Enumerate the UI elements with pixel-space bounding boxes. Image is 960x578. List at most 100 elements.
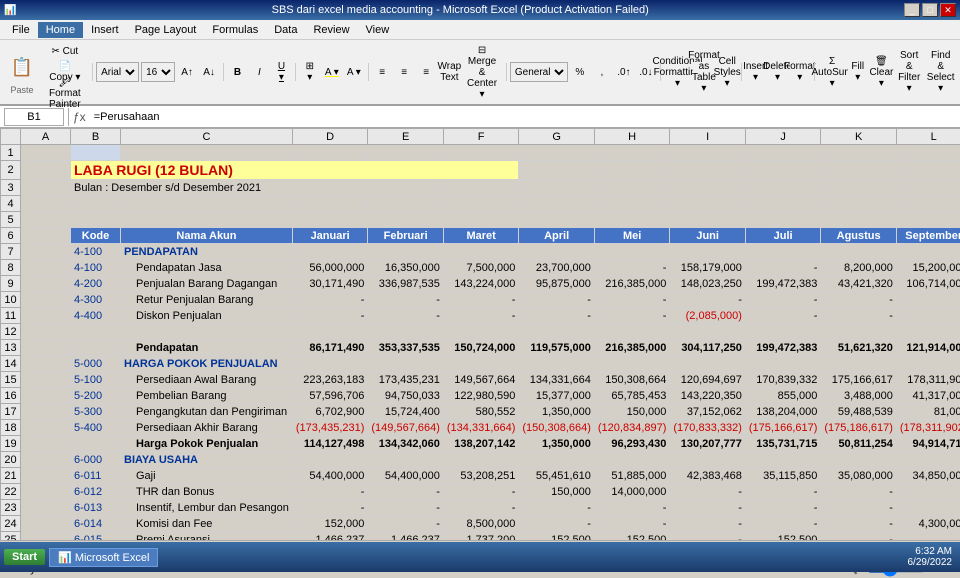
- cell-e24[interactable]: -: [368, 516, 444, 532]
- cell-b14[interactable]: 5-000: [71, 356, 121, 372]
- find-select-button[interactable]: Find & Select ▾: [925, 62, 956, 82]
- cell-a17[interactable]: [21, 404, 71, 420]
- cell-g11[interactable]: -: [519, 308, 595, 324]
- cell-i17[interactable]: 37,152,062: [670, 404, 746, 420]
- cell-i22[interactable]: -: [670, 484, 746, 500]
- cell-e15[interactable]: 173,435,231: [368, 372, 444, 388]
- cell-e6[interactable]: Februari: [368, 228, 444, 244]
- cell-a16[interactable]: [21, 388, 71, 404]
- cell-j11[interactable]: -: [745, 308, 821, 324]
- cell-g18[interactable]: (150,308,664): [519, 420, 595, 436]
- number-format-selector[interactable]: General: [510, 62, 568, 82]
- cell-l23[interactable]: -: [896, 500, 960, 516]
- cell-l3[interactable]: [896, 180, 960, 196]
- cell-i25[interactable]: -: [670, 532, 746, 541]
- formula-input[interactable]: =Perusahaan: [90, 111, 956, 123]
- cell-d4[interactable]: [292, 196, 368, 212]
- cell-c15[interactable]: Persediaan Awal Barang: [121, 372, 293, 388]
- menu-file[interactable]: File: [4, 22, 38, 38]
- cell-f6[interactable]: Maret: [443, 228, 519, 244]
- menu-formulas[interactable]: Formulas: [204, 22, 266, 38]
- cell-g16[interactable]: 15,377,000: [519, 388, 595, 404]
- cell-j21[interactable]: 35,115,850: [745, 468, 821, 484]
- start-button[interactable]: Start: [4, 549, 45, 565]
- cell-c25[interactable]: Premi Asuransi: [121, 532, 293, 541]
- cell-a4[interactable]: [21, 196, 71, 212]
- cell-f15[interactable]: 149,567,664: [443, 372, 519, 388]
- cell-a19[interactable]: [21, 436, 71, 452]
- cell-j25[interactable]: 152,500: [745, 532, 821, 541]
- cell-b8[interactable]: 4-100: [71, 260, 121, 276]
- cell-k9[interactable]: 43,421,320: [821, 276, 897, 292]
- cell-c14[interactable]: HARGA POKOK PENJUALAN: [121, 356, 293, 372]
- cell-c16[interactable]: Pembelian Barang: [121, 388, 293, 404]
- cell-l10[interactable]: -: [896, 292, 960, 308]
- cell-f1[interactable]: [443, 145, 519, 161]
- menu-insert[interactable]: Insert: [83, 22, 127, 38]
- cell-h22[interactable]: 14,000,000: [594, 484, 670, 500]
- cell-h24[interactable]: -: [594, 516, 670, 532]
- cell-i24[interactable]: -: [670, 516, 746, 532]
- percent-button[interactable]: %: [570, 62, 590, 82]
- cell-b13[interactable]: [71, 340, 121, 356]
- italic-button[interactable]: I: [249, 62, 269, 82]
- cell-i16[interactable]: 143,220,350: [670, 388, 746, 404]
- cell-c19[interactable]: Harga Pokok Penjualan: [121, 436, 293, 452]
- cell-h21[interactable]: 51,885,000: [594, 468, 670, 484]
- cell-i9[interactable]: 148,023,250: [670, 276, 746, 292]
- cell-b2[interactable]: LABA RUGI (12 BULAN): [71, 161, 519, 180]
- cell-l13[interactable]: 121,914,000: [896, 340, 960, 356]
- cell-b1[interactable]: [71, 145, 121, 161]
- merge-center-button[interactable]: ⊟ Merge & Center ▾: [463, 62, 502, 82]
- cell-l24[interactable]: 4,300,000: [896, 516, 960, 532]
- col-header-f[interactable]: F: [443, 129, 519, 145]
- cell-a20[interactable]: [21, 452, 71, 468]
- cell-b3[interactable]: Bulan : Desember s/d Desember 2021: [71, 180, 444, 196]
- cell-d25[interactable]: 1,466,237: [292, 532, 368, 541]
- cell-a14[interactable]: [21, 356, 71, 372]
- cell-f16[interactable]: 122,980,590: [443, 388, 519, 404]
- cell-i8[interactable]: 158,179,000: [670, 260, 746, 276]
- cell-l8[interactable]: 15,200,000: [896, 260, 960, 276]
- col-header-j[interactable]: J: [745, 129, 821, 145]
- cell-i19[interactable]: 130,207,777: [670, 436, 746, 452]
- cell-g6[interactable]: April: [519, 228, 595, 244]
- cell-l19[interactable]: 94,914,715: [896, 436, 960, 452]
- cell-j15[interactable]: 170,839,332: [745, 372, 821, 388]
- cell-e9[interactable]: 336,987,535: [368, 276, 444, 292]
- cell-f18[interactable]: (134,331,664): [443, 420, 519, 436]
- cell-h13[interactable]: 216,385,000: [594, 340, 670, 356]
- cell-e25[interactable]: 1,466,237: [368, 532, 444, 541]
- cell-k22[interactable]: -: [821, 484, 897, 500]
- cell-k13[interactable]: 51,621,320: [821, 340, 897, 356]
- cell-g22[interactable]: 150,000: [519, 484, 595, 500]
- bold-button[interactable]: B: [227, 62, 247, 82]
- cell-j4[interactable]: [745, 196, 821, 212]
- cell-j22[interactable]: -: [745, 484, 821, 500]
- cell-b9[interactable]: 4-200: [71, 276, 121, 292]
- cell-l4[interactable]: [896, 196, 960, 212]
- cell-e4[interactable]: [368, 196, 444, 212]
- cell-j18[interactable]: (175,166,617): [745, 420, 821, 436]
- cell-e19[interactable]: 134,342,060: [368, 436, 444, 452]
- cell-j3[interactable]: [745, 180, 821, 196]
- menu-view[interactable]: View: [358, 22, 398, 38]
- cell-d6[interactable]: Januari: [292, 228, 368, 244]
- cell-b19[interactable]: [71, 436, 121, 452]
- cell-c10[interactable]: Retur Penjualan Barang: [121, 292, 293, 308]
- cell-h6[interactable]: Mei: [594, 228, 670, 244]
- cell-c23[interactable]: Insentif, Lembur dan Pesangon: [121, 500, 293, 516]
- cell-k2[interactable]: [896, 161, 960, 180]
- cell-f24[interactable]: 8,500,000: [443, 516, 519, 532]
- col-header-c[interactable]: C: [121, 129, 293, 145]
- format-painter-button[interactable]: 🖌 Format Painter: [46, 83, 84, 103]
- cell-e21[interactable]: 54,400,000: [368, 468, 444, 484]
- wrap-text-button[interactable]: Wrap Text: [438, 62, 460, 82]
- cell-c18[interactable]: Persediaan Akhir Barang: [121, 420, 293, 436]
- cell-b10[interactable]: 4-300: [71, 292, 121, 308]
- cell-c24[interactable]: Komisi dan Fee: [121, 516, 293, 532]
- cell-j9[interactable]: 199,472,383: [745, 276, 821, 292]
- cell-c1[interactable]: [121, 145, 293, 161]
- cell-g17[interactable]: 1,350,000: [519, 404, 595, 420]
- cell-l9[interactable]: 106,714,000: [896, 276, 960, 292]
